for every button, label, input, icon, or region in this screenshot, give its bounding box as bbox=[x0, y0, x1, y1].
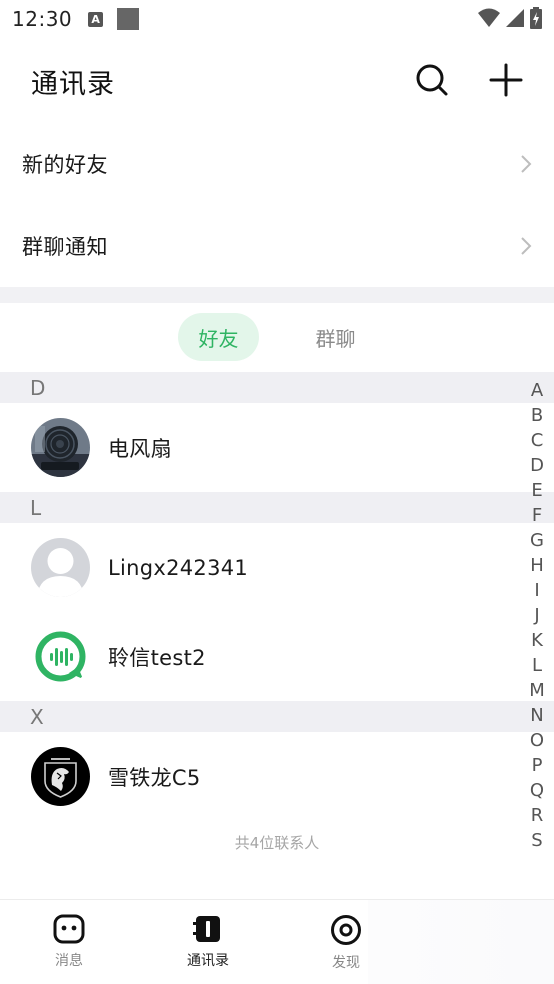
index-letter-d[interactable]: D bbox=[526, 453, 548, 478]
nav-messages[interactable]: 消息 bbox=[29, 914, 109, 978]
index-letter-l[interactable]: L bbox=[526, 653, 548, 678]
index-letter-p[interactable]: P bbox=[526, 753, 548, 778]
search-button[interactable] bbox=[414, 62, 450, 98]
index-letter-m[interactable]: M bbox=[526, 678, 548, 703]
status-time: 12:30 bbox=[12, 7, 73, 31]
contacts-book-icon bbox=[193, 916, 220, 942]
section-header-x: X bbox=[0, 701, 554, 732]
nav-fade-overlay bbox=[368, 900, 554, 984]
index-letter-c[interactable]: C bbox=[526, 428, 548, 453]
index-letter-b[interactable]: B bbox=[526, 403, 548, 428]
header: 通讯录 bbox=[0, 52, 554, 110]
peugeot-lion-logo-avatar bbox=[31, 747, 90, 806]
index-letter-o[interactable]: O bbox=[526, 728, 548, 753]
nav-contacts[interactable]: 通讯录 bbox=[168, 914, 248, 978]
chevron-right-icon bbox=[521, 155, 532, 173]
contact-count: 共4位联系人 bbox=[234, 834, 320, 852]
contact-name: Lingx242341 bbox=[108, 555, 249, 580]
green-voice-logo-avatar bbox=[31, 627, 90, 686]
contact-row[interactable]: 雪铁龙C5 bbox=[0, 732, 524, 821]
contact-row[interactable]: 电风扇 bbox=[0, 403, 524, 492]
new-friends-row[interactable]: 新的好友 bbox=[0, 123, 554, 205]
plus-icon bbox=[489, 63, 523, 97]
index-letter-n[interactable]: N bbox=[526, 703, 548, 728]
contact-name: 电风扇 bbox=[108, 436, 172, 461]
discover-target-icon bbox=[331, 915, 361, 945]
new-friends-label: 新的好友 bbox=[22, 153, 108, 177]
chevron-right-icon bbox=[521, 237, 532, 255]
group-notice-label: 群聊通知 bbox=[22, 235, 108, 259]
status-icons bbox=[478, 7, 542, 29]
tab-friends[interactable]: 好友 bbox=[178, 313, 259, 361]
battery-icon bbox=[530, 7, 542, 29]
notification-square-icon bbox=[117, 8, 140, 30]
tab-groups[interactable]: 群聊 bbox=[295, 313, 376, 361]
section-divider bbox=[0, 287, 554, 303]
contact-name: 雪铁龙C5 bbox=[108, 765, 201, 790]
index-letter-s[interactable]: S bbox=[526, 828, 548, 853]
wifi-icon bbox=[478, 8, 500, 27]
index-letter-f[interactable]: F bbox=[526, 503, 548, 528]
contact-row[interactable]: 聆信test2 bbox=[0, 612, 524, 701]
nav-messages-label: 消息 bbox=[55, 953, 83, 969]
index-letter-k[interactable]: K bbox=[526, 628, 548, 653]
default-person-avatar bbox=[31, 538, 90, 597]
alphabet-index[interactable]: ABCDEFGHIJKLMNOPQRST bbox=[526, 378, 548, 858]
contact-tabs: 好友 群聊 bbox=[0, 303, 554, 371]
notification-a-icon: A bbox=[88, 11, 104, 27]
nav-contacts-label: 通讯录 bbox=[187, 953, 229, 969]
section-header-d: D bbox=[0, 372, 554, 403]
index-letter-e[interactable]: E bbox=[526, 478, 548, 503]
index-letter-a[interactable]: A bbox=[526, 378, 548, 403]
nav-discover-label: 发现 bbox=[332, 955, 360, 971]
contact-row[interactable]: Lingx242341 bbox=[0, 523, 524, 612]
contact-name: 聆信test2 bbox=[108, 645, 206, 670]
index-letter-q[interactable]: Q bbox=[526, 778, 548, 803]
search-icon bbox=[416, 64, 448, 96]
add-button[interactable] bbox=[488, 62, 524, 98]
bottom-nav: 消息 通讯录 发现 bbox=[0, 899, 554, 984]
index-letter-g[interactable]: G bbox=[526, 528, 548, 553]
index-letter-r[interactable]: R bbox=[526, 803, 548, 828]
section-header-l: L bbox=[0, 492, 554, 523]
group-notice-row[interactable]: 群聊通知 bbox=[0, 205, 554, 287]
status-bar: 12:30 A bbox=[0, 0, 554, 38]
index-letter-t[interactable]: T bbox=[526, 853, 548, 858]
message-face-icon bbox=[53, 914, 85, 944]
index-letter-i[interactable]: I bbox=[526, 578, 548, 603]
page-title: 通讯录 bbox=[31, 68, 115, 100]
index-letter-h[interactable]: H bbox=[526, 553, 548, 578]
index-letter-j[interactable]: J bbox=[526, 603, 548, 628]
signal-icon bbox=[506, 9, 524, 27]
fan-photo-avatar bbox=[31, 418, 90, 477]
